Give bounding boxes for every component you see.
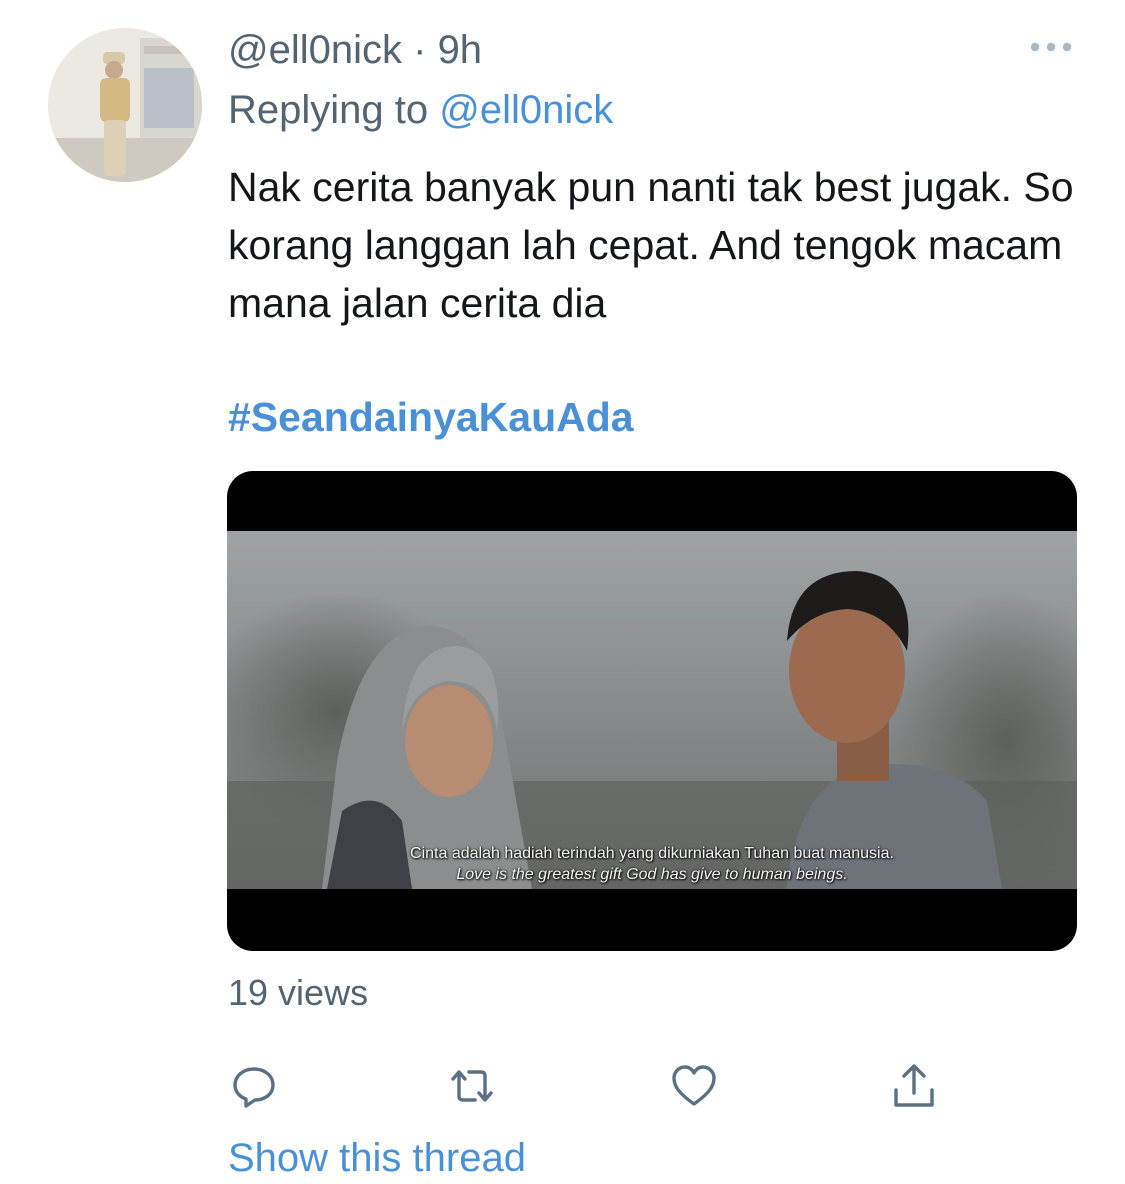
replying-to-handle[interactable]: @ell0nick: [439, 88, 613, 132]
replying-to-label: Replying to: [228, 88, 440, 132]
share-icon[interactable]: [890, 1062, 938, 1110]
avatar[interactable]: [48, 28, 202, 182]
hashtag-link[interactable]: #SeandainyaKauAda: [228, 388, 634, 446]
retweet-icon[interactable]: [448, 1062, 496, 1110]
like-icon[interactable]: [670, 1062, 718, 1110]
view-count: 19 views: [228, 972, 369, 1013]
subtitle-malay: Cinta adalah hadiah terindah yang dikurn…: [410, 845, 894, 862]
video-player[interactable]: Cinta adalah hadiah terindah yang dikurn…: [227, 471, 1077, 951]
reply-icon[interactable]: [230, 1062, 278, 1110]
video-frame: [227, 531, 1077, 889]
video-subtitles: Cinta adalah hadiah terindah yang dikurn…: [227, 843, 1077, 885]
show-thread-link[interactable]: Show this thread: [228, 1132, 526, 1184]
tweet-actions: [228, 1062, 948, 1112]
tweet-header: @ell0nick · 9h: [228, 24, 482, 76]
replying-to: Replying to @ell0nick: [228, 84, 613, 136]
subtitle-english: Love is the greatest gift God has give t…: [456, 866, 848, 883]
tweet-timestamp[interactable]: 9h: [438, 28, 483, 72]
tweet-text: Nak cerita banyak pun nanti tak best jug…: [228, 164, 1074, 326]
more-horizontal-icon[interactable]: [1028, 36, 1074, 58]
avatar-photo: [48, 28, 202, 182]
tweet: @ell0nick · 9h Replying to @ell0nick Nak…: [0, 0, 1125, 1180]
author-handle[interactable]: @ell0nick: [228, 28, 402, 72]
header-separator: ·: [402, 28, 438, 72]
